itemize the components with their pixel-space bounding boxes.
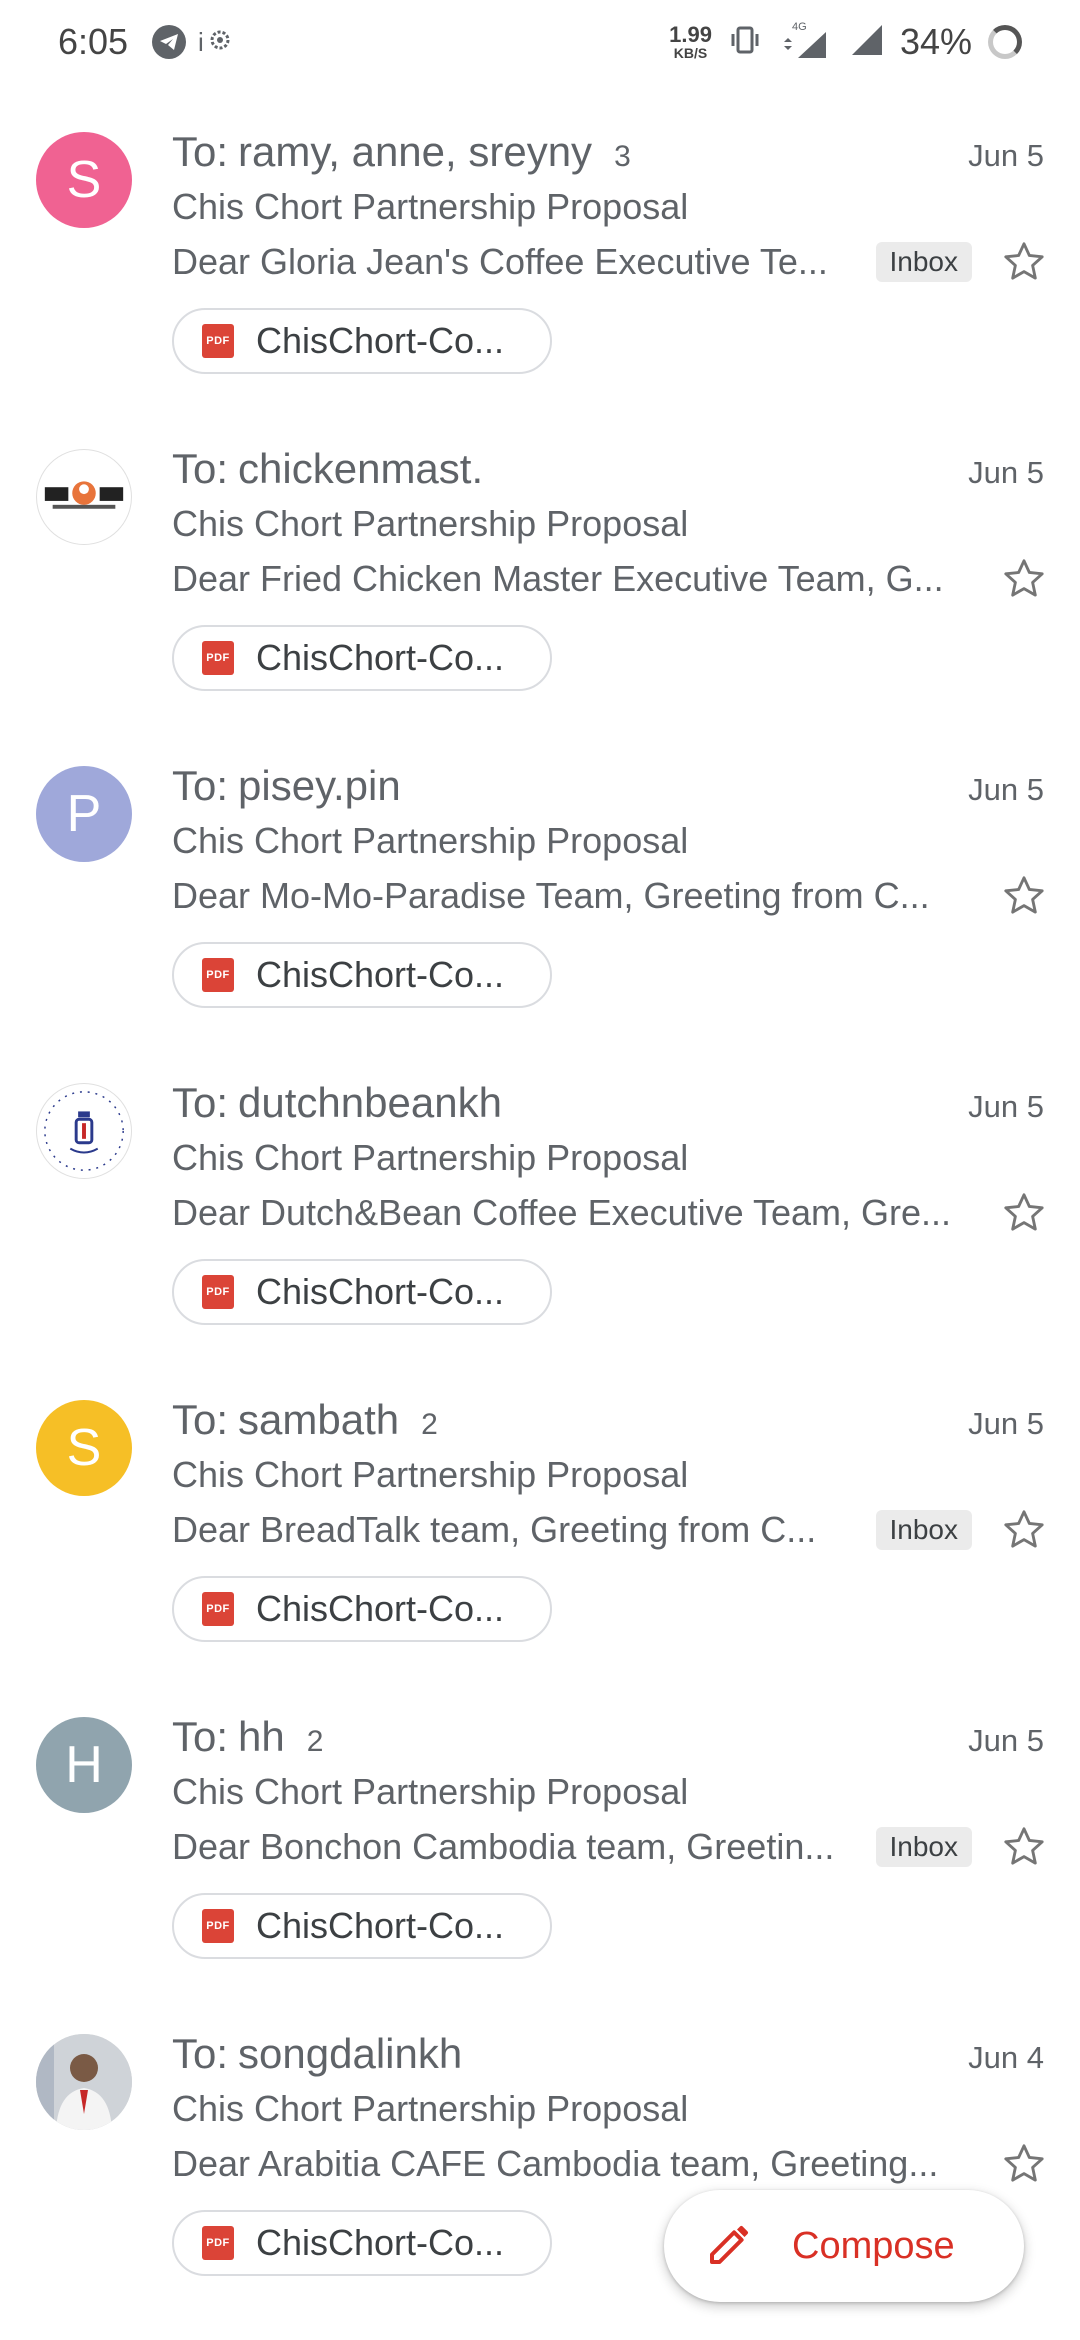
star-icon[interactable]	[998, 870, 1050, 922]
attachment-name: ChisChort-Co...	[256, 1905, 505, 1946]
snippet: Dear Dutch&Bean Coffee Executive Team, G…	[172, 1192, 952, 1233]
to-label: To:	[172, 762, 229, 809]
attachment-name: ChisChort-Co...	[256, 954, 505, 995]
date: Jun 5	[968, 1723, 1044, 1758]
avatar[interactable]: S	[36, 132, 132, 228]
subject: Chis Chort Partnership Proposal	[172, 1771, 689, 1812]
signal-4g-icon: 4G	[778, 20, 834, 65]
to-label: To:	[172, 1396, 229, 1443]
mail-row[interactable]: To: chickenmast. Jun 5 Chis Chort Partne…	[0, 437, 1080, 754]
attachment-chip[interactable]: PDF ChisChort-Co...	[172, 1576, 552, 1642]
mail-row[interactable]: To: dutchnbeankh Jun 5 Chis Chort Partne…	[0, 1071, 1080, 1388]
attachment-name: ChisChort-Co...	[256, 2222, 505, 2263]
snippet: Dear Arabitia CAFE Cambodia team, Greeti…	[172, 2143, 939, 2184]
attachment-chip[interactable]: PDF ChisChort-Co...	[172, 942, 552, 1008]
attachment-name: ChisChort-Co...	[256, 1588, 505, 1629]
mail-row[interactable]: H To: hh 2 Jun 5 Chis Chort Partnership …	[0, 1705, 1080, 2022]
mail-row[interactable]: S To: ramy, anne, sreyny 3 Jun 5 Chis Ch…	[0, 120, 1080, 437]
avatar[interactable]: H	[36, 1717, 132, 1813]
avatar[interactable]: S	[36, 1400, 132, 1496]
pdf-icon: PDF	[202, 958, 234, 992]
inbox-badge: Inbox	[875, 242, 972, 282]
attachment-chip[interactable]: PDF ChisChort-Co...	[172, 625, 552, 691]
thread-count: 2	[421, 1408, 438, 1441]
status-time: 6:05	[58, 21, 129, 62]
date: Jun 5	[968, 138, 1044, 173]
subject: Chis Chort Partnership Proposal	[172, 503, 689, 544]
recipients: hh	[238, 1713, 285, 1760]
snippet: Dear BreadTalk team, Greeting from C...	[172, 1509, 817, 1550]
subject: Chis Chort Partnership Proposal	[172, 820, 689, 861]
mail-row[interactable]: P To: pisey.pin Jun 5 Chis Chort Partner…	[0, 754, 1080, 1071]
snippet: Dear Gloria Jean's Coffee Executive Te..…	[172, 241, 828, 282]
attachment-name: ChisChort-Co...	[256, 637, 505, 678]
star-icon[interactable]	[998, 1821, 1050, 1873]
attachment-chip[interactable]: PDF ChisChort-Co...	[172, 1893, 552, 1959]
ip-settings-icon: i	[198, 23, 238, 62]
pdf-icon: PDF	[202, 1909, 234, 1943]
svg-text:i: i	[198, 27, 204, 57]
svg-text:4G: 4G	[792, 21, 807, 33]
recipients: pisey.pin	[238, 762, 401, 809]
date: Jun 5	[968, 1406, 1044, 1441]
date: Jun 5	[968, 1089, 1044, 1124]
to-label: To:	[172, 2030, 229, 2077]
star-icon[interactable]	[998, 1187, 1050, 1239]
to-label: To:	[172, 1713, 229, 1760]
pdf-icon: PDF	[202, 641, 234, 675]
snippet: Dear Fried Chicken Master Executive Team…	[172, 558, 944, 599]
recipients: sambath	[238, 1396, 400, 1443]
attachment-chip[interactable]: PDF ChisChort-Co...	[172, 2210, 552, 2276]
date: Jun 5	[968, 772, 1044, 807]
pencil-icon	[706, 2220, 754, 2273]
subject: Chis Chort Partnership Proposal	[172, 1137, 689, 1178]
star-icon[interactable]	[998, 236, 1050, 288]
inbox-badge: Inbox	[875, 1510, 972, 1550]
recipients: songdalinkh	[238, 2030, 463, 2077]
attachment-chip[interactable]: PDF ChisChort-Co...	[172, 308, 552, 374]
recipients: ramy, anne, sreyny	[238, 128, 593, 175]
pdf-icon: PDF	[202, 1592, 234, 1626]
compose-label: Compose	[792, 2224, 955, 2267]
vibrate-icon	[728, 23, 762, 62]
attachment-name: ChisChort-Co...	[256, 1271, 505, 1312]
compose-button[interactable]: Compose	[664, 2190, 1024, 2302]
star-icon[interactable]	[998, 553, 1050, 605]
subject: Chis Chort Partnership Proposal	[172, 1454, 689, 1495]
avatar[interactable]: P	[36, 766, 132, 862]
date: Jun 4	[968, 2040, 1044, 2075]
network-speed: 1.99 KB/S	[669, 22, 712, 61]
recipients: dutchnbeankh	[238, 1079, 502, 1126]
date: Jun 5	[968, 455, 1044, 490]
person-photo-avatar[interactable]	[36, 2034, 132, 2130]
battery-percent: 34%	[899, 21, 972, 62]
mail-row[interactable]: S To: sambath 2 Jun 5 Chis Chort Partner…	[0, 1388, 1080, 1705]
dutch-and-bean-logo[interactable]	[36, 1083, 132, 1179]
subject: Chis Chort Partnership Proposal	[172, 186, 689, 227]
mail-list: S To: ramy, anne, sreyny 3 Jun 5 Chis Ch…	[0, 120, 1080, 2339]
telegram-icon	[152, 25, 187, 59]
star-icon[interactable]	[998, 2138, 1050, 2190]
attachment-name: ChisChort-Co...	[256, 320, 505, 361]
status-bar: 6:05 i 1.99 KB/S 4G 34%	[0, 0, 1080, 84]
pdf-icon: PDF	[202, 1275, 234, 1309]
signal-icon	[850, 23, 884, 62]
snippet: Dear Mo-Mo-Paradise Team, Greeting from …	[172, 875, 930, 916]
pdf-icon: PDF	[202, 2226, 234, 2260]
to-label: To:	[172, 1079, 229, 1126]
thread-count: 2	[306, 1725, 324, 1758]
inbox-badge: Inbox	[875, 1827, 972, 1867]
thread-count: 3	[614, 140, 631, 173]
star-icon[interactable]	[998, 1504, 1050, 1556]
attachment-chip[interactable]: PDF ChisChort-Co...	[172, 1259, 552, 1325]
snippet: Dear Bonchon Cambodia team, Greetin...	[172, 1826, 835, 1867]
recipients: chickenmast.	[238, 445, 484, 492]
to-label: To:	[172, 445, 229, 492]
to-label: To:	[172, 128, 229, 175]
battery-ring-icon	[988, 25, 1022, 59]
fried-chicken-master-logo[interactable]	[36, 449, 132, 545]
subject: Chis Chort Partnership Proposal	[172, 2088, 689, 2129]
pdf-icon: PDF	[202, 324, 234, 358]
